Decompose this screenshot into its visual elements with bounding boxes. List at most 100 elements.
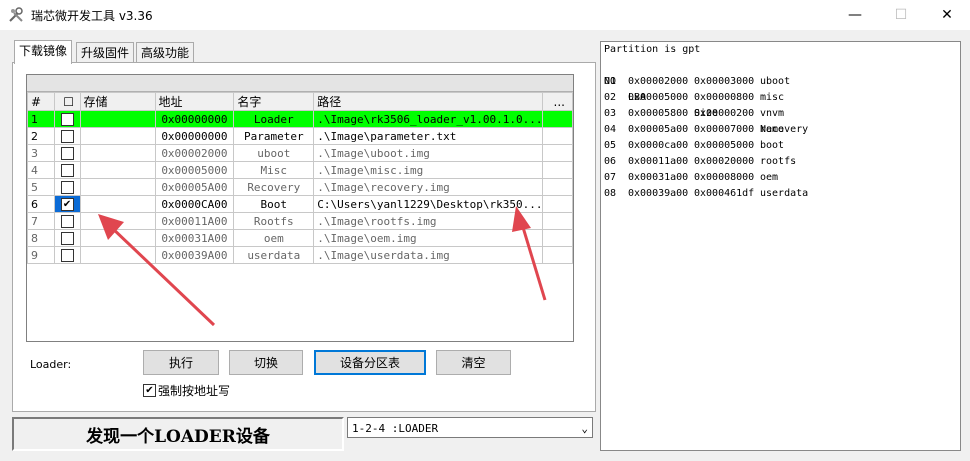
partition-size: 0x00005000 — [694, 140, 755, 151]
col-header-path: 路径 — [313, 92, 544, 111]
row-path[interactable]: .\Image\userdata.img — [313, 246, 544, 264]
switch-button[interactable]: 切换 — [229, 350, 303, 375]
partition-name: boot — [760, 140, 785, 151]
row-path[interactable]: .\Image\recovery.img — [313, 178, 544, 196]
table-row[interactable]: 7 0x00011A00 Rootfs .\Image\rootfs.img — [27, 212, 573, 230]
row-checkbox[interactable]: ✔ — [60, 197, 74, 211]
row-number: 8 — [27, 229, 55, 247]
table-row[interactable]: 1 0x00000000 Loader .\Image\rk3506_loader_v… — [27, 110, 573, 128]
partition-name: misc — [760, 92, 785, 103]
partition-no: 02 — [604, 92, 617, 103]
col-header-store: 存储 — [79, 92, 156, 111]
row-checkbox[interactable] — [60, 146, 74, 160]
maximize-button[interactable]: ☐ — [878, 0, 924, 30]
device-select-value: 1-2-4 :LOADER — [352, 422, 439, 435]
table-row[interactable]: 4 0x00005000 Misc .\Image\misc.img — [27, 161, 573, 179]
row-checkbox-cell[interactable] — [53, 178, 81, 196]
clear-button[interactable]: 清空 — [436, 350, 511, 375]
row-more[interactable] — [542, 212, 573, 230]
row-address[interactable]: 0x00002000 — [154, 144, 235, 162]
row-address[interactable]: 0x00039A00 — [154, 246, 235, 264]
chevron-down-icon[interactable]: ⌄ — [581, 418, 588, 439]
row-checkbox-cell[interactable] — [53, 110, 81, 128]
row-checkbox[interactable] — [60, 248, 74, 262]
partition-no: 01 — [604, 76, 617, 87]
partition-no: 08 — [604, 188, 617, 199]
row-path[interactable]: .\Image\parameter.txt — [313, 127, 544, 145]
tab-advanced[interactable]: 高级功能 — [136, 42, 195, 63]
row-path[interactable]: .\Image\rk3506_loader_v1.00.1.0... — [313, 110, 544, 128]
partition-title: Partition is gpt — [604, 44, 701, 55]
partition-name: userdata — [760, 188, 809, 199]
row-checkbox[interactable] — [60, 180, 74, 194]
row-name: userdata — [233, 246, 315, 264]
col-header-more: ... — [542, 92, 573, 111]
row-path[interactable]: .\Image\misc.img — [313, 161, 544, 179]
row-checkbox[interactable] — [60, 214, 74, 228]
row-checkbox[interactable] — [60, 231, 74, 245]
close-button[interactable]: ✕ — [924, 0, 970, 30]
row-address[interactable]: 0x00031A00 — [154, 229, 235, 247]
minimize-button[interactable]: — — [832, 0, 878, 30]
row-address[interactable]: 0x0000CA00 — [154, 195, 235, 213]
row-path[interactable]: C:\Users\yanl1229\Desktop\rk350... — [313, 195, 544, 213]
row-name: Boot — [233, 195, 315, 213]
row-name: uboot — [233, 144, 315, 162]
row-checkbox-cell[interactable]: ✔ — [53, 195, 81, 213]
row-more[interactable] — [542, 246, 573, 264]
partition-name: vnvm — [760, 108, 785, 119]
row-more[interactable] — [542, 195, 573, 213]
table-row[interactable]: 2 0x00000000 Parameter .\Image\parameter.tx… — [27, 127, 573, 145]
row-checkbox[interactable] — [60, 112, 74, 126]
row-name: Rootfs — [233, 212, 315, 230]
row-more[interactable] — [542, 229, 573, 247]
partition-lba: 0x00005000 — [628, 92, 689, 103]
row-address[interactable]: 0x00005A00 — [154, 178, 235, 196]
grid-top-bar — [27, 75, 573, 92]
tab-download-image[interactable]: 下载镜像 — [14, 40, 73, 64]
device-select[interactable]: 1-2-4 :LOADER ⌄ — [347, 417, 593, 438]
tab-upgrade-firmware[interactable]: 升级固件 — [76, 42, 135, 63]
row-path[interactable]: .\Image\oem.img — [313, 229, 544, 247]
row-store — [79, 246, 156, 264]
title-bar: 瑞芯微开发工具 v3.36 — ☐ ✕ — [0, 0, 970, 30]
device-partition-table-button[interactable]: 设备分区表 — [314, 350, 426, 375]
row-path[interactable]: .\Image\rootfs.img — [313, 212, 544, 230]
partition-name: rootfs — [760, 156, 797, 167]
row-checkbox-cell[interactable] — [53, 246, 81, 264]
table-row[interactable]: 3 0x00002000 uboot .\Image\uboot.img — [27, 144, 573, 162]
row-number: 5 — [27, 178, 55, 196]
row-checkbox-cell[interactable] — [53, 229, 81, 247]
col-header-check[interactable]: ☐ — [53, 92, 81, 111]
row-store — [79, 127, 156, 145]
row-number: 7 — [27, 212, 55, 230]
row-more[interactable] — [542, 178, 573, 196]
row-checkbox[interactable] — [60, 129, 74, 143]
partition-no: 07 — [604, 172, 617, 183]
row-number: 9 — [27, 246, 55, 264]
row-checkbox-cell[interactable] — [53, 212, 81, 230]
force-address-write-option[interactable]: ✔ 强制按地址写 — [143, 382, 230, 399]
row-more[interactable] — [542, 144, 573, 162]
row-more[interactable] — [542, 110, 573, 128]
row-address[interactable]: 0x00000000 — [154, 110, 235, 128]
row-checkbox-cell[interactable] — [53, 161, 81, 179]
row-address[interactable]: 0x00005000 — [154, 161, 235, 179]
table-row[interactable]: 5 0x00005A00 Recovery .\Image\recovery.img — [27, 178, 573, 196]
row-more[interactable] — [542, 127, 573, 145]
partition-lba: 0x00039a00 — [628, 188, 689, 199]
execute-button[interactable]: 执行 — [143, 350, 219, 375]
force-address-checkbox[interactable]: ✔ — [143, 384, 156, 397]
row-address[interactable]: 0x00011A00 — [154, 212, 235, 230]
row-number: 6 — [27, 195, 55, 213]
table-row[interactable]: 6 ✔ 0x0000CA00 Boot C:\Users\yanl1229\Deskto… — [27, 195, 573, 213]
row-checkbox-cell[interactable] — [53, 144, 81, 162]
table-row[interactable]: 9 0x00039A00 userdata .\Image\userdata.img — [27, 246, 573, 264]
row-checkbox-cell[interactable] — [53, 127, 81, 145]
table-row[interactable]: 8 0x00031A00 oem .\Image\oem.img — [27, 229, 573, 247]
partition-size: 0x000461df — [694, 188, 755, 199]
row-address[interactable]: 0x00000000 — [154, 127, 235, 145]
row-path[interactable]: .\Image\uboot.img — [313, 144, 544, 162]
row-checkbox[interactable] — [60, 163, 74, 177]
row-more[interactable] — [542, 161, 573, 179]
